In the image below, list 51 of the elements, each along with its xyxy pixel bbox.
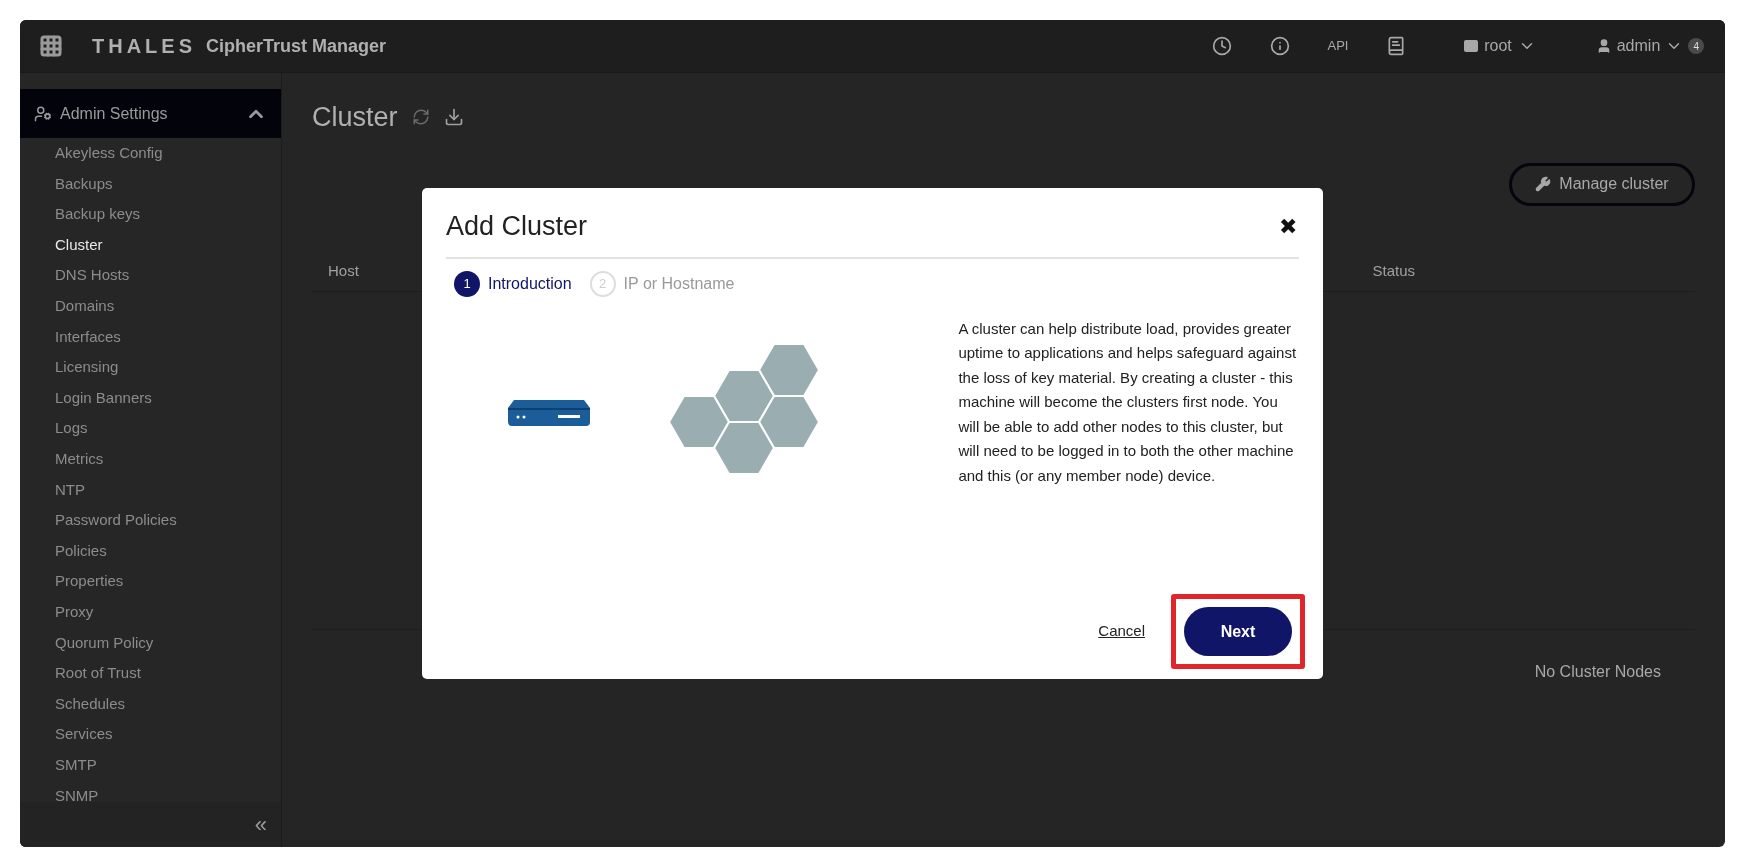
refresh-icon[interactable] (411, 108, 430, 127)
sidebar-item[interactable]: Cluster (20, 229, 281, 261)
brand-logo: THALES (92, 34, 196, 59)
app-grid-icon[interactable] (39, 34, 63, 58)
sidebar-item[interactable]: Akeyless Config (20, 138, 281, 169)
wizard-step[interactable]: 1 Introduction (454, 268, 580, 299)
download-icon[interactable] (443, 107, 464, 128)
sidebar-item[interactable]: Quorum Policy (20, 627, 281, 659)
server-appliance-icon (506, 397, 592, 428)
domain-menu[interactable]: root (1425, 20, 1575, 72)
sidebar-item[interactable]: Interfaces (20, 321, 281, 353)
sidebar-item[interactable]: Policies (20, 535, 281, 567)
page-title: Cluster (312, 101, 398, 134)
user-settings-icon (34, 104, 52, 123)
manage-cluster-button[interactable]: Manage cluster (1509, 162, 1695, 206)
sidebar-section-header[interactable]: Admin Settings (20, 89, 281, 138)
api-button[interactable]: API (1309, 20, 1367, 72)
sidebar-item[interactable]: Backups (20, 168, 281, 200)
sidebar-item[interactable]: Metrics (20, 443, 281, 475)
sidebar-item[interactable]: Proxy (20, 596, 281, 628)
sidebar-item[interactable]: Backup keys (20, 199, 281, 230)
folder-icon (1464, 40, 1479, 52)
sidebar-item[interactable]: Schedules (20, 688, 281, 720)
empty-table-message: No Cluster Nodes (1534, 661, 1661, 682)
next-button[interactable]: Next (1184, 607, 1292, 656)
sidebar-item[interactable]: Properties (20, 566, 281, 597)
clock-icon (1212, 36, 1232, 56)
dialog-description: A cluster can help distribute load, provides greater uptime to applications and helps safeguard against the loss of key material. By creating a cluster - this machine will become the clusters first node. You will be able to add other nodes to this cluster, but will need to be logged in to both the other machine and this (or any member node) device. (958, 318, 1298, 486)
column-header: Host (327, 260, 359, 281)
sidebar-item[interactable]: SNMP (20, 780, 281, 802)
notification-badge: 4 (1688, 38, 1705, 54)
sidebar-item[interactable]: Domains (20, 290, 281, 322)
sidebar-item[interactable]: Login Banners (20, 382, 281, 414)
book-icon (1386, 36, 1406, 56)
sidebar-item[interactable]: NTP (20, 474, 281, 506)
sidebar-item[interactable]: Logs (20, 413, 281, 444)
sidebar-item[interactable]: Services (20, 719, 281, 750)
close-button[interactable]: ✖ (1279, 209, 1297, 243)
product-name: CipherTrust Manager (206, 34, 387, 58)
sidebar-item[interactable]: Password Policies (20, 505, 281, 536)
sidebar-item[interactable]: Root of Trust (20, 658, 281, 689)
sidebar-item[interactable]: Licensing (20, 352, 281, 383)
collapse-sidebar-button[interactable]: « (254, 808, 267, 841)
dialog-title: Add Cluster (446, 210, 588, 243)
wrench-icon (1535, 176, 1552, 192)
sidebar-item[interactable]: SMTP (20, 749, 281, 781)
sidebar-item[interactable]: DNS Hosts (20, 260, 281, 291)
info-icon (1270, 36, 1290, 56)
user-menu[interactable]: admin 4 (1575, 20, 1725, 72)
cancel-link[interactable]: Cancel (1098, 620, 1145, 643)
column-header: Status (1372, 260, 1415, 281)
